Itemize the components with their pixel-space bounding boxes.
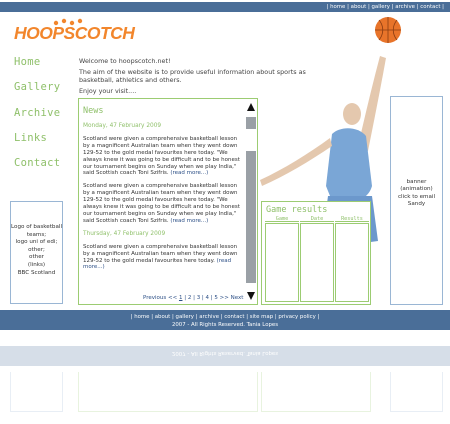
read-more-link[interactable]: (read more...) <box>170 218 208 224</box>
footer-about-link[interactable]: about <box>155 314 171 320</box>
banner-line: Sandy <box>407 201 426 208</box>
footer-privacy-link[interactable]: privacy policy <box>278 314 315 320</box>
nav-archive-link[interactable]: Archive <box>14 107 60 119</box>
game-column-header: Game <box>265 216 299 222</box>
top-nav: | home | about | gallery | archive | con… <box>326 4 444 10</box>
news-date: Monday, 47 February 2009 <box>83 123 162 129</box>
page-reflection: 2007 - All Rights Reserved. Tania Lopes <box>0 346 450 424</box>
news-paragraph: Scotland were given a comprehensive bask… <box>83 243 238 271</box>
footer-sitemap-link[interactable]: site map <box>250 314 273 320</box>
footer-archive-link[interactable]: archive <box>199 314 219 320</box>
sponsor-logos-box: Logo of basketball teams; logo uni of ed… <box>10 201 63 304</box>
banner-line: (animation) <box>400 186 433 193</box>
date-column-header: Date <box>300 216 334 222</box>
sponsor-line[interactable]: BBC Scotland <box>11 270 62 278</box>
sponsor-line[interactable]: (links) <box>11 262 62 270</box>
footer-nav: | home | about | gallery | archive | con… <box>130 314 320 320</box>
top-nav-contact-link[interactable]: contact <box>420 4 440 10</box>
top-nav-archive-link[interactable]: archive <box>395 4 415 10</box>
reflection-copyright: 2007 - All Rights Reserved. Tania Lopes <box>171 350 279 356</box>
pager-page-1[interactable]: 1 <box>179 295 183 301</box>
welcome-enjoy: Enjoy your visit.... <box>79 86 137 95</box>
pager-page-3[interactable]: 3 <box>197 295 201 301</box>
sponsor-line: other; <box>28 246 45 253</box>
footer-contact-link[interactable]: contact <box>224 314 244 320</box>
news-content: Monday, 47 February 2009 Scotland were g… <box>83 123 243 277</box>
game-column: Game <box>265 216 299 302</box>
sponsor-line: Logo of basketball <box>11 224 63 230</box>
sponsor-line: other <box>29 254 44 261</box>
scroll-up-arrow-icon[interactable] <box>246 101 256 113</box>
logo-text: HOOPSCOTCH <box>14 23 135 43</box>
game-results-table: Game Date Results <box>265 216 369 302</box>
results-column-header: Results <box>335 216 369 222</box>
site-logo[interactable]: HOOPSCOTCH <box>14 18 135 43</box>
pager-next[interactable]: >> Next <box>220 295 244 301</box>
date-column: Date <box>300 216 334 302</box>
nav-links-link[interactable]: Links <box>14 132 47 144</box>
news-paragraph: Scotland were given a comprehensive bask… <box>83 183 240 224</box>
news-date: Thursday, 47 February 2009 <box>83 230 166 237</box>
welcome-aim: The aim of the website is to provide use… <box>79 67 306 84</box>
results-column: Results <box>335 216 369 302</box>
basketball-icon <box>375 17 401 43</box>
welcome-heading: Welcome to hoopscotch.net! <box>79 57 171 65</box>
nav-gallery-link[interactable]: Gallery <box>14 81 60 93</box>
pager-page-5[interactable]: 5 <box>214 295 218 301</box>
pager-page-4[interactable]: 4 <box>206 295 210 301</box>
news-paragraph: Scotland were given a comprehensive bask… <box>83 135 240 177</box>
scroll-thumb[interactable] <box>246 151 256 283</box>
nav-contact-link[interactable]: Contact <box>14 157 60 169</box>
news-pagination: Previous << 1 | 2 | 3 | 4 | 5 >> Next <box>143 295 244 301</box>
scroll-thumb-top[interactable] <box>246 117 256 129</box>
pager-previous[interactable]: Previous << <box>143 295 177 301</box>
game-results-panel: Game results Game Date Results <box>261 201 371 305</box>
news-title: News <box>83 106 104 116</box>
nav-home-link[interactable]: Home <box>14 56 41 68</box>
game-results-title: Game results <box>266 205 328 215</box>
read-more-link[interactable]: (read more...) <box>170 170 208 176</box>
banner-line: banner <box>406 179 427 185</box>
email-banner[interactable]: banner (animation) click to email Sandy <box>390 96 443 305</box>
footer-home-link[interactable]: home <box>134 314 149 320</box>
news-scrollbar[interactable] <box>246 101 256 302</box>
copyright-text: 2007 - All Rights Reserved. Tania Lopes <box>171 322 279 328</box>
sponsor-line: logo uni of edi; <box>15 239 58 246</box>
footer-gallery-link[interactable]: gallery <box>176 314 194 320</box>
scroll-down-arrow-icon[interactable] <box>246 290 256 302</box>
welcome-text: Welcome to hoopscotch.net! The aim of th… <box>79 57 339 97</box>
pager-page-2[interactable]: 2 <box>188 295 192 301</box>
top-navigation-bar: | home | about | gallery | archive | con… <box>0 2 450 12</box>
top-nav-home-link[interactable]: home <box>330 4 345 10</box>
footer-bar: | home | about | gallery | archive | con… <box>0 310 450 330</box>
news-panel: News Monday, 47 February 2009 Scotland w… <box>78 98 258 305</box>
banner-line: click to email <box>397 193 436 200</box>
top-nav-about-link[interactable]: about <box>351 4 367 10</box>
top-nav-gallery-link[interactable]: gallery <box>371 4 389 10</box>
sponsor-line: teams; <box>26 231 47 238</box>
